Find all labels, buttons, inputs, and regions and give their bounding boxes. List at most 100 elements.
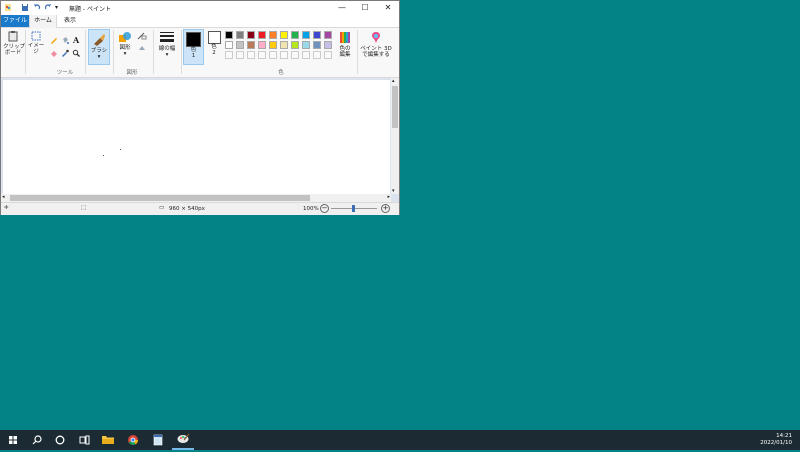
custom-color-slot[interactable] bbox=[258, 51, 266, 59]
pencil-icon[interactable] bbox=[50, 36, 58, 44]
color1-button[interactable]: 色 1 bbox=[183, 29, 204, 65]
search-button[interactable] bbox=[26, 430, 48, 450]
palette-swatch[interactable] bbox=[258, 31, 266, 39]
horizontal-scroll-thumb[interactable] bbox=[10, 195, 310, 201]
palette-swatch[interactable] bbox=[302, 41, 310, 49]
brush-button[interactable]: ブラシ ▾ bbox=[88, 29, 110, 65]
notepad-button[interactable] bbox=[147, 430, 169, 450]
shapes-icon bbox=[119, 32, 131, 42]
vertical-scroll-thumb[interactable] bbox=[392, 86, 398, 128]
color-picker-icon[interactable] bbox=[61, 49, 69, 57]
eraser-icon[interactable] bbox=[50, 49, 58, 57]
drawing-canvas[interactable] bbox=[3, 80, 390, 196]
palette-swatch[interactable] bbox=[324, 31, 332, 39]
color2-button[interactable]: 色 2 bbox=[206, 31, 222, 56]
palette-swatch[interactable] bbox=[324, 41, 332, 49]
fill-bucket-icon[interactable] bbox=[61, 36, 69, 44]
svg-text:A: A bbox=[72, 36, 80, 44]
custom-color-slot[interactable] bbox=[313, 51, 321, 59]
clipboard-button[interactable]: クリップ ボード bbox=[3, 31, 25, 56]
tab-file[interactable]: ファイル bbox=[1, 15, 29, 27]
palette-swatch[interactable] bbox=[269, 41, 277, 49]
palette-swatch[interactable] bbox=[280, 31, 288, 39]
brush-icon bbox=[94, 34, 105, 46]
divider bbox=[357, 30, 358, 74]
palette-swatch[interactable] bbox=[291, 31, 299, 39]
scroll-right-icon[interactable]: ▸ bbox=[387, 194, 390, 200]
custom-color-slot[interactable] bbox=[236, 51, 244, 59]
custom-color-slot[interactable] bbox=[225, 51, 233, 59]
scroll-left-icon[interactable]: ◂ bbox=[2, 194, 5, 200]
image-button[interactable]: イメージ bbox=[26, 31, 46, 55]
palette-swatch[interactable] bbox=[225, 31, 233, 39]
redo-icon[interactable] bbox=[44, 3, 52, 12]
cursor-position-icon: ✛ bbox=[4, 205, 9, 211]
scroll-down-icon[interactable]: ▾ bbox=[392, 188, 395, 194]
close-button[interactable]: ✕ bbox=[377, 1, 399, 15]
shapes-button[interactable]: 図形 ▾ bbox=[116, 31, 134, 57]
palette-swatch[interactable] bbox=[302, 31, 310, 39]
zoom-in-button[interactable]: + bbox=[381, 204, 390, 213]
cortana-button[interactable] bbox=[49, 430, 71, 450]
palette-swatch[interactable] bbox=[269, 31, 277, 39]
start-button[interactable] bbox=[2, 430, 24, 450]
palette-swatch[interactable] bbox=[236, 41, 244, 49]
custom-color-slot[interactable] bbox=[302, 51, 310, 59]
selection-size-icon: ⬚ bbox=[81, 205, 87, 211]
palette-swatch[interactable] bbox=[291, 41, 299, 49]
chrome-button[interactable] bbox=[122, 430, 144, 450]
paint3d-icon bbox=[372, 32, 380, 43]
paint-icon bbox=[177, 433, 190, 443]
palette-swatch[interactable] bbox=[313, 41, 321, 49]
palette-swatch[interactable] bbox=[280, 41, 288, 49]
horizontal-scrollbar[interactable]: ◂ ▸ bbox=[1, 194, 391, 202]
edit-colors-button[interactable]: 色の 編集 bbox=[337, 31, 353, 58]
taskbar: 14:21 2022/01/10 bbox=[0, 430, 800, 450]
custom-color-slot[interactable] bbox=[280, 51, 288, 59]
custom-color-slot[interactable] bbox=[247, 51, 255, 59]
task-view-button[interactable] bbox=[73, 430, 95, 450]
canvas-size-text: 960 × 540px bbox=[169, 206, 205, 212]
fill-icon[interactable] bbox=[137, 44, 147, 52]
divider bbox=[113, 30, 114, 74]
windows-icon bbox=[9, 436, 17, 444]
zoom-out-button[interactable]: − bbox=[320, 204, 329, 213]
maximize-button[interactable]: ☐ bbox=[354, 1, 376, 15]
outline-icon[interactable] bbox=[137, 32, 147, 40]
tab-home[interactable]: ホーム bbox=[29, 15, 57, 28]
palette-swatch[interactable] bbox=[247, 31, 255, 39]
customize-qat-icon[interactable]: ▾ bbox=[55, 4, 58, 11]
vertical-scrollbar[interactable]: ▴ ▾ bbox=[391, 78, 399, 194]
text-icon[interactable]: A bbox=[72, 36, 80, 44]
ribbon: クリップ ボード イメージ A ツール ブラシ ▾ 図形 ▾ 図形 線の幅 ▾ … bbox=[1, 28, 399, 78]
palette-swatch[interactable] bbox=[236, 31, 244, 39]
paint-window: ▾ 無題 - ペイント — ☐ ✕ ファイル ホーム 表示 クリップ ボード イ… bbox=[0, 0, 400, 215]
zoom-slider-thumb[interactable] bbox=[352, 205, 355, 212]
clipboard-icon bbox=[8, 31, 18, 42]
file-explorer-button[interactable] bbox=[97, 430, 119, 450]
paint3d-button[interactable]: ペイント 3D で編集する bbox=[359, 31, 393, 58]
edit-colors-label: 色の 編集 bbox=[339, 46, 351, 58]
palette-swatch[interactable] bbox=[225, 41, 233, 49]
divider bbox=[153, 30, 154, 74]
dot-mark bbox=[120, 149, 121, 150]
tab-view[interactable]: 表示 bbox=[57, 15, 83, 27]
palette-swatch[interactable] bbox=[247, 41, 255, 49]
search-icon bbox=[32, 435, 42, 445]
custom-color-slot[interactable] bbox=[324, 51, 332, 59]
custom-color-slot[interactable] bbox=[291, 51, 299, 59]
color1-label: 色 1 bbox=[190, 47, 197, 59]
custom-color-slot[interactable] bbox=[269, 51, 277, 59]
scroll-up-icon[interactable]: ▴ bbox=[392, 78, 395, 84]
size-button[interactable]: 線の幅 ▾ bbox=[156, 31, 178, 58]
save-icon[interactable] bbox=[21, 3, 29, 12]
magnifier-icon[interactable] bbox=[72, 49, 80, 57]
line-width-icon bbox=[160, 32, 174, 42]
system-clock[interactable]: 14:21 2022/01/10 bbox=[760, 433, 792, 447]
minimize-button[interactable]: — bbox=[331, 1, 353, 15]
palette-swatch[interactable] bbox=[313, 31, 321, 39]
shapes-group-label: 図形 bbox=[126, 70, 138, 76]
palette-swatch[interactable] bbox=[258, 41, 266, 49]
undo-icon[interactable] bbox=[33, 3, 41, 12]
paint-taskbar-button[interactable] bbox=[172, 430, 194, 450]
